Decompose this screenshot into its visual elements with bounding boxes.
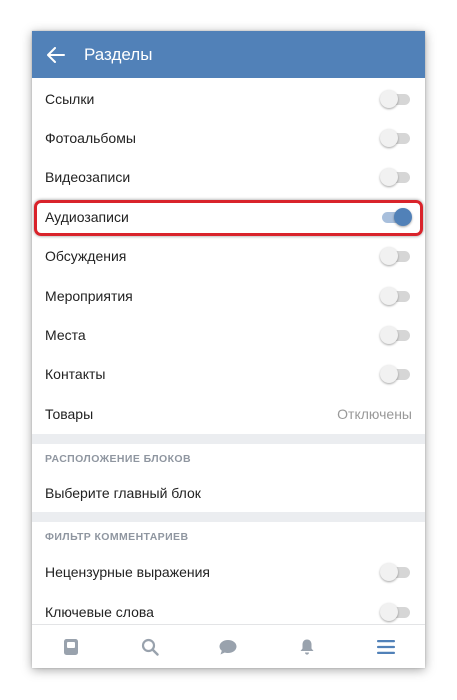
section-toggle-audio[interactable]: Аудиозаписи [32,197,425,237]
row-label: Аудиозаписи [45,208,129,225]
filter-section-heading: ФИЛЬТР КОММЕНТАРИЕВ [45,531,189,544]
row-label: Фотоальбомы [45,130,136,147]
toggle-switch[interactable] [380,207,412,227]
tab-search[interactable] [130,627,170,667]
toggle-switch[interactable] [380,364,412,384]
row-label: Видеозаписи [45,169,131,186]
tab-notifications[interactable] [287,627,327,667]
section-toggle-places[interactable]: Места [32,315,425,354]
settings-list: Ссылки Фотоальбомы Видеозаписи Аудиозапи… [32,78,425,624]
tab-messages[interactable] [208,627,248,667]
toggle-switch[interactable] [380,286,412,306]
row-label: Ссылки [45,90,95,107]
filter-toggle-keywords[interactable]: Ключевые слова [32,592,425,624]
row-label: Ключевые слова [45,603,154,620]
toggle-switch[interactable] [380,89,412,109]
toggle-switch[interactable] [380,246,412,266]
notifications-icon [300,639,314,655]
page-title: Разделы [84,44,153,64]
blocks-section-heading: РАСПОЛОЖЕНИЕ БЛОКОВ [45,453,191,466]
row-label: Нецензурные выражения [45,564,210,581]
section-toggle-links[interactable]: Ссылки [32,79,425,118]
app-header: Разделы [32,31,425,78]
app-screen: Разделы Ссылки Фотоальбомы Видеозаписи А… [32,31,425,668]
tab-menu[interactable] [366,627,406,667]
section-toggle-videos[interactable]: Видеозаписи [32,158,425,197]
tab-news[interactable] [51,627,91,667]
news-icon [64,638,79,655]
toggle-switch[interactable] [380,128,412,148]
filter-toggle-obscene[interactable]: Нецензурные выражения [32,553,425,592]
row-label: Мероприятия [45,287,133,304]
row-label: Места [45,327,86,344]
section-toggle-contacts[interactable]: Контакты [32,355,425,394]
section-toggle-discussions[interactable]: Обсуждения [32,237,425,276]
section-goods[interactable]: Товары Отключены [32,394,425,433]
goods-status: Отключены [337,405,412,422]
toggle-switch[interactable] [380,167,412,187]
search-icon [141,638,159,656]
bottom-tab-bar [32,624,425,668]
toggle-switch[interactable] [380,325,412,345]
row-label: Обсуждения [45,248,127,265]
arrow-left-icon [47,46,65,63]
row-label: Выберите главный блок [45,485,201,502]
messages-icon [219,639,237,654]
section-toggle-events[interactable]: Мероприятия [32,276,425,315]
row-label: Товары [45,405,94,422]
section-divider [32,511,425,522]
back-button[interactable] [32,31,78,78]
row-label: Контакты [45,366,106,383]
toggle-switch[interactable] [380,602,412,622]
choose-main-block-item[interactable]: Выберите главный блок [32,475,425,512]
toggle-switch[interactable] [380,562,412,582]
section-toggle-photo-albums[interactable]: Фотоальбомы [32,118,425,157]
section-divider [32,433,425,444]
menu-icon [376,639,395,654]
